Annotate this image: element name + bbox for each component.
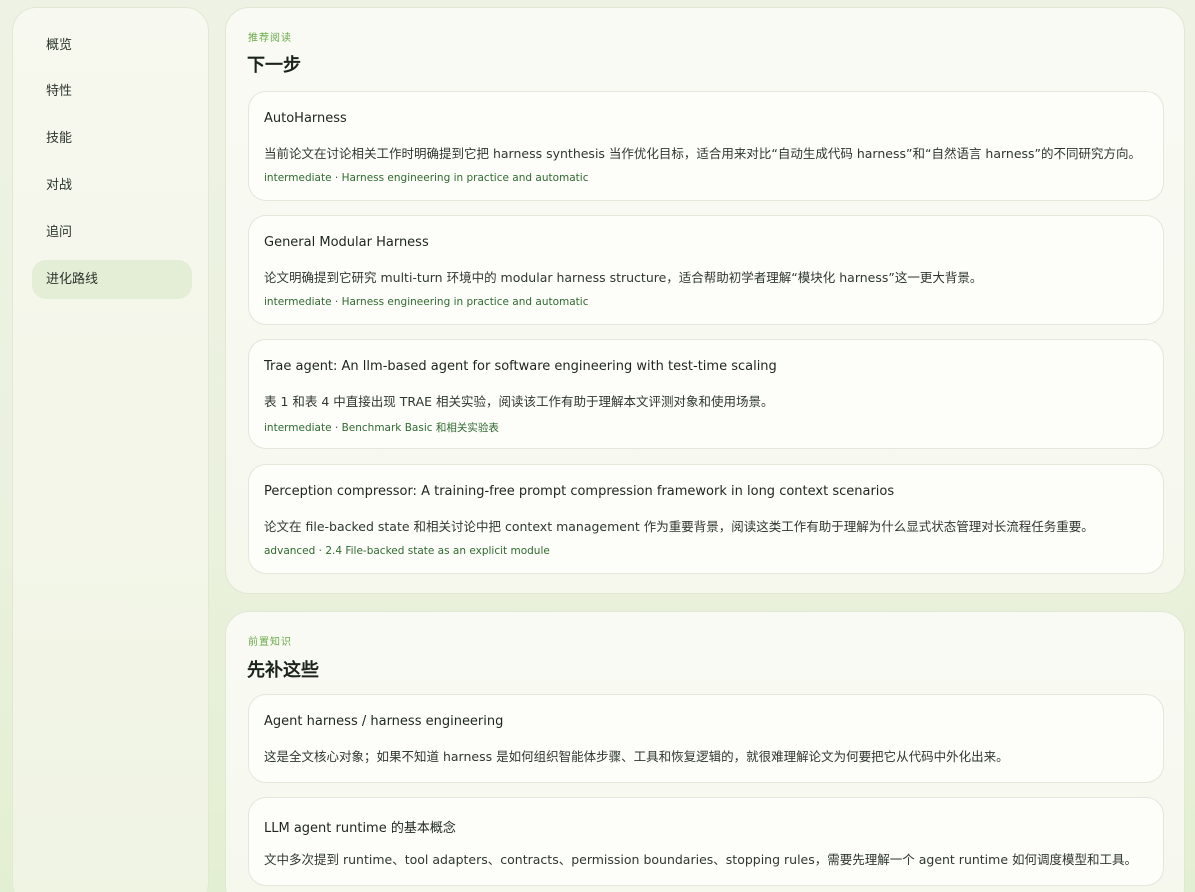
sidebar-item-battle[interactable]: 对战 <box>32 166 192 205</box>
reading-card[interactable]: Perception compressor: A training-free p… <box>248 464 1164 574</box>
prerequisite-card[interactable]: LLM agent runtime 的基本概念 文中多次提到 runtime、t… <box>248 797 1164 886</box>
card-title: AutoHarness <box>264 111 347 126</box>
card-title: Agent harness / harness engineering <box>264 714 504 729</box>
card-title: LLM agent runtime 的基本概念 <box>264 821 456 836</box>
reading-card[interactable]: General Modular Harness 论文明确提到它研究 multi-… <box>248 215 1164 325</box>
card-description: 当前论文在讨论相关工作时明确提到它把 harness synthesis 当作优… <box>264 146 1142 161</box>
reading-card[interactable]: AutoHarness 当前论文在讨论相关工作时明确提到它把 harness s… <box>248 91 1164 201</box>
card-description: 论文在 file-backed state 和相关讨论中把 context ma… <box>264 519 1094 534</box>
card-meta: intermediate · Harness engineering in pr… <box>264 296 589 308</box>
sidebar-nav: 概览 特性 技能 对战 追问 进化路线 <box>12 7 209 892</box>
section-title: 先补这些 <box>247 660 319 681</box>
sidebar-item-evolution-path[interactable]: 进化路线 <box>32 260 192 299</box>
card-meta: advanced · 2.4 File-backed state as an e… <box>264 545 550 557</box>
section-eyebrow: 前置知识 <box>248 637 292 648</box>
card-title: Perception compressor: A training-free p… <box>264 484 895 499</box>
sidebar-item-features[interactable]: 特性 <box>32 72 192 111</box>
sidebar-item-followup[interactable]: 追问 <box>32 213 192 252</box>
sidebar-item-skills[interactable]: 技能 <box>32 119 192 158</box>
sidebar-item-overview[interactable]: 概览 <box>32 26 192 65</box>
next-steps-panel: 推荐阅读 下一步 AutoHarness 当前论文在讨论相关工作时明确提到它把 … <box>225 7 1185 594</box>
card-title: General Modular Harness <box>264 235 429 250</box>
card-description: 论文明确提到它研究 multi-turn 环境中的 modular harnes… <box>264 270 983 285</box>
card-description: 文中多次提到 runtime、tool adapters、contracts、p… <box>264 852 1137 867</box>
card-meta: intermediate · Benchmark Basic 和相关实验表 <box>264 422 499 434</box>
section-eyebrow: 推荐阅读 <box>248 33 292 44</box>
card-meta: intermediate · Harness engineering in pr… <box>264 172 589 184</box>
reading-card[interactable]: Trae agent: An llm-based agent for softw… <box>248 339 1164 449</box>
prerequisites-panel: 前置知识 先补这些 Agent harness / harness engine… <box>225 611 1185 892</box>
card-description: 这是全文核心对象；如果不知道 harness 是如何组织智能体步骤、工具和恢复逻… <box>264 749 1009 764</box>
card-title: Trae agent: An llm-based agent for softw… <box>264 359 777 374</box>
prerequisite-card[interactable]: Agent harness / harness engineering 这是全文… <box>248 694 1164 783</box>
card-description: 表 1 和表 4 中直接出现 TRAE 相关实验，阅读该工作有助于理解本文评测对… <box>264 394 774 409</box>
section-title: 下一步 <box>247 55 301 76</box>
